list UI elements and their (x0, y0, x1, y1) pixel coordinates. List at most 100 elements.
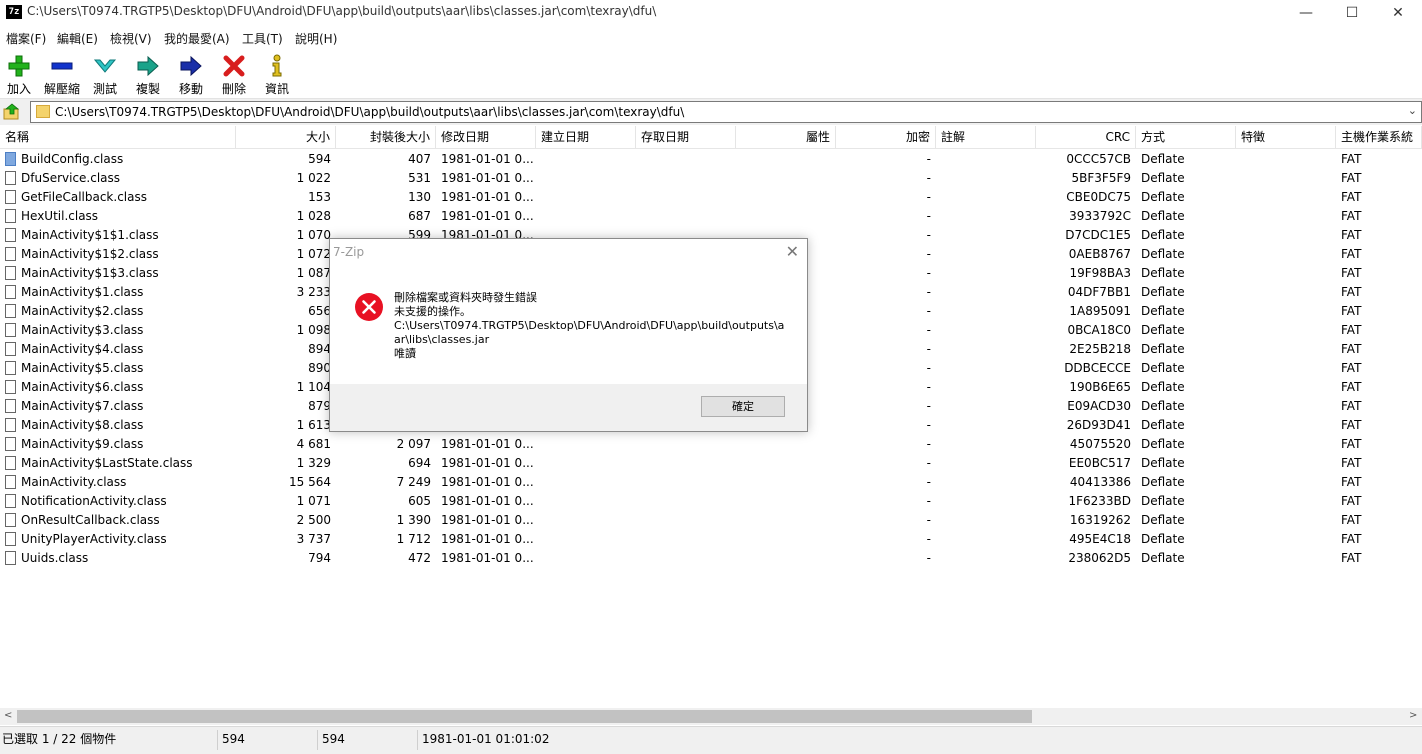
cell-encrypted: - (926, 285, 931, 299)
table-row[interactable]: NotificationActivity.class 1 071 605 1981-0… (0, 492, 1422, 511)
cell-crc: 1A895091 (1069, 304, 1131, 318)
menu-edit[interactable]: 編輯(E) (57, 30, 98, 47)
cell-modified: 1981-01-01 0... (441, 456, 534, 470)
table-row[interactable]: OnResultCallback.class 2 500 1 390 1981-01-… (0, 511, 1422, 530)
file-icon (5, 494, 16, 508)
cell-modified: 1981-01-01 0... (441, 532, 534, 546)
cell-host-os: FAT (1341, 285, 1362, 299)
app-icon: 7z (6, 5, 22, 19)
cell-encrypted: - (926, 494, 931, 508)
cell-size: 4 681 (296, 437, 331, 451)
cell-method: Deflate (1141, 418, 1185, 432)
status-divider (217, 730, 218, 750)
column-attributes[interactable]: 屬性 (736, 126, 836, 148)
cell-method: Deflate (1141, 285, 1185, 299)
minimize-button[interactable]: — (1283, 0, 1329, 26)
menu-favorites[interactable]: 我的最愛(A) (164, 30, 230, 47)
column-comment[interactable]: 註解 (936, 126, 1036, 148)
table-row[interactable]: MainActivity$LastState.class 1 329 694 1981… (0, 454, 1422, 473)
column-created[interactable]: 建立日期 (536, 126, 636, 148)
menu-tools[interactable]: 工具(T) (242, 30, 283, 47)
add-button[interactable]: 加入 (0, 52, 41, 96)
table-row[interactable]: MainActivity$9.class 4 681 2 097 1981-01-01… (0, 435, 1422, 454)
ok-button[interactable]: 確定 (701, 396, 785, 417)
table-row[interactable]: DfuService.class 1 022 531 1981-01-01 0... -… (0, 169, 1422, 188)
column-modified[interactable]: 修改日期 (436, 126, 536, 148)
table-row[interactable]: UnityPlayerActivity.class 3 737 1 712 1981-… (0, 530, 1422, 549)
column-host-os[interactable]: 主機作業系統 (1336, 126, 1422, 148)
table-row[interactable]: HexUtil.class 1 028 687 1981-01-01 0... - 393… (0, 207, 1422, 226)
cell-size: 1 098 (296, 323, 331, 337)
scroll-right-icon[interactable]: > (1409, 710, 1417, 721)
table-row[interactable]: MainActivity.class 15 564 7 249 1981-01-01 … (0, 473, 1422, 492)
move-button[interactable]: 移動 (169, 52, 213, 96)
cell-encrypted: - (926, 209, 931, 223)
table-row[interactable]: BuildConfig.class 594 407 1981-01-01 0... - 0… (0, 150, 1422, 169)
file-icon (5, 437, 16, 451)
scrollbar-thumb[interactable] (17, 710, 1032, 723)
chevron-down-icon[interactable]: ⌄ (1408, 104, 1417, 117)
cell-name: OnResultCallback.class (0, 511, 236, 530)
horizontal-scrollbar[interactable]: < > (0, 708, 1422, 725)
file-name: MainActivity$1.class (21, 285, 144, 299)
column-name[interactable]: 名稱 (0, 126, 236, 148)
cell-modified: 1981-01-01 0... (441, 437, 534, 451)
dialog-message-line: 未支援的操作。 (394, 305, 471, 318)
cell-method: Deflate (1141, 361, 1185, 375)
column-accessed[interactable]: 存取日期 (636, 126, 736, 148)
cell-host-os: FAT (1341, 456, 1362, 470)
cell-encrypted: - (926, 228, 931, 242)
extract-button[interactable]: 解壓縮 (40, 52, 84, 96)
address-path: C:\Users\T0974.TRGTP5\Desktop\DFU\Androi… (55, 105, 685, 119)
menu-help[interactable]: 說明(H) (295, 30, 337, 47)
cell-modified: 1981-01-01 0... (441, 152, 534, 166)
column-encrypted[interactable]: 加密 (836, 126, 936, 148)
menu-view[interactable]: 檢視(V) (110, 30, 152, 47)
info-button[interactable]: 資訊 (255, 52, 299, 96)
test-button[interactable]: 測試 (83, 52, 127, 96)
cell-name: MainActivity$5.class (0, 359, 236, 378)
cell-name: MainActivity$6.class (0, 378, 236, 397)
copy-button[interactable]: 複製 (126, 52, 170, 96)
table-row[interactable]: GetFileCallback.class 153 130 1981-01-01 0.… (0, 188, 1422, 207)
menu-file[interactable]: 檔案(F) (6, 30, 46, 47)
cell-encrypted: - (926, 323, 931, 337)
check-icon (93, 59, 117, 73)
delete-x-icon (223, 55, 245, 77)
file-icon (5, 532, 16, 546)
column-crc[interactable]: CRC (1036, 126, 1136, 148)
address-input[interactable]: C:\Users\T0974.TRGTP5\Desktop\DFU\Androi… (30, 101, 1422, 123)
column-method[interactable]: 方式 (1136, 126, 1236, 148)
maximize-button[interactable]: ☐ (1329, 0, 1375, 26)
cell-name: NotificationActivity.class (0, 492, 236, 511)
file-icon (5, 323, 16, 337)
delete-button[interactable]: 刪除 (212, 52, 256, 96)
cell-size: 890 (308, 361, 331, 375)
column-characteristics[interactable]: 特徵 (1236, 126, 1336, 148)
cell-method: Deflate (1141, 532, 1185, 546)
cell-name: MainActivity$1$3.class (0, 264, 236, 283)
cell-host-os: FAT (1341, 513, 1362, 527)
cell-modified: 1981-01-01 0... (441, 551, 534, 565)
dialog-message-line: C:\Users\T0974.TRGTP5\Desktop\DFU\Androi… (394, 319, 785, 332)
status-bar: 已選取 1 / 22 個物件 594 594 1981-01-01 01:01:… (0, 726, 1422, 754)
file-icon (5, 152, 16, 166)
move-arrow-icon (180, 55, 202, 77)
column-size[interactable]: 大小 (236, 126, 336, 148)
table-row[interactable]: Uuids.class 794 472 1981-01-01 0... - 238062D… (0, 549, 1422, 568)
title-bar: 7z C:\Users\T0974.TRGTP5\Desktop\DFU\And… (0, 0, 1422, 26)
file-name: MainActivity$2.class (21, 304, 144, 318)
up-folder-button[interactable] (3, 103, 21, 121)
cell-crc: D7CDC1E5 (1065, 228, 1131, 242)
file-icon (5, 190, 16, 204)
file-icon (5, 551, 16, 565)
scroll-left-icon[interactable]: < (4, 710, 12, 721)
dialog-close-icon[interactable]: ✕ (786, 242, 799, 261)
cell-encrypted: - (926, 152, 931, 166)
column-packed-size[interactable]: 封裝後大小 (336, 126, 436, 148)
cell-host-os: FAT (1341, 209, 1362, 223)
cell-encrypted: - (926, 532, 931, 546)
cell-packed-size: 407 (408, 152, 431, 166)
cell-encrypted: - (926, 247, 931, 261)
close-button[interactable]: ✕ (1375, 0, 1421, 26)
